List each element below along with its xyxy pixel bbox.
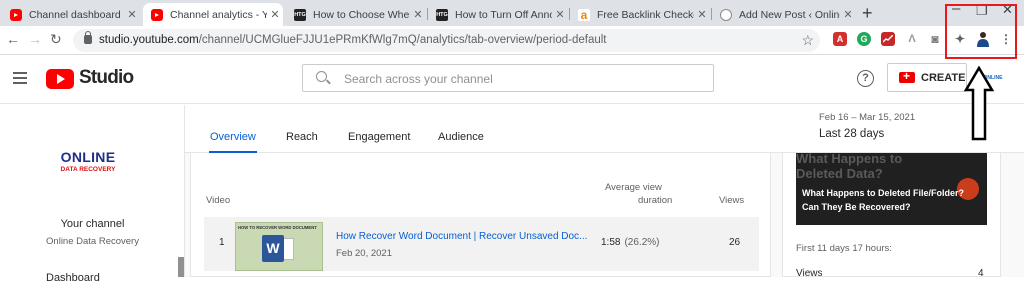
help-icon[interactable]: ? [857, 70, 874, 87]
browser-tab-channel-analytics[interactable]: Channel analytics - You ✕ [143, 3, 283, 26]
search-placeholder: Search across your channel [344, 72, 493, 86]
url-text: studio.youtube.com/channel/UCMGlueFJJU1e… [99, 34, 607, 46]
column-header-video: Video [206, 195, 231, 206]
period-selector[interactable]: Last 28 days [819, 128, 884, 140]
thumbnail-caption: HOW TO RECOVER WORD DOCUMENT [238, 225, 317, 230]
tab-title: Free Backlink Checker b [597, 8, 694, 21]
lock-icon [84, 31, 92, 44]
channel-logo-line1: ONLINE [60, 149, 116, 165]
chart-extension-icon[interactable] [881, 32, 895, 46]
tab-audience[interactable]: Audience [438, 131, 484, 143]
channel-logo[interactable]: ONLINE DATA RECOVERY [55, 149, 121, 173]
pdf-extension-icon[interactable]: A [833, 32, 847, 46]
channel-name: Online Data Recovery [46, 236, 139, 247]
youtube-icon [151, 8, 163, 21]
wordpress-icon [720, 8, 732, 21]
browser-tab-htg-2[interactable]: HTG How to Turn Off Annoy ✕ [428, 3, 568, 26]
youtube-logo-icon[interactable] [46, 69, 74, 89]
table-row[interactable]: 1 HOW TO RECOVER WORD DOCUMENT W How Rec… [204, 217, 759, 271]
tab-title: How to Choose When W [313, 8, 410, 21]
analytics-main: Overview Reach Engagement Audience Feb 1… [185, 105, 1024, 279]
first-hours-label: First 11 days 17 hours: [796, 243, 892, 254]
back-arrow-icon[interactable]: ← [6, 31, 20, 47]
latest-video-card: What Happens to Deleted Data? What Happen… [782, 153, 1001, 279]
forward-arrow-icon[interactable]: → [28, 31, 42, 47]
camera-extension-icon[interactable]: ◙ [928, 32, 942, 46]
close-icon[interactable]: ✕ [267, 8, 283, 21]
new-tab-plus-icon[interactable]: + [862, 3, 873, 24]
create-button[interactable]: CREATE [887, 63, 967, 92]
thumbnail-bg-text: What Happens to Deleted Data? [796, 153, 903, 181]
video-title-link[interactable]: How Recover Word Document | Recover Unsa… [336, 231, 587, 242]
close-icon[interactable]: ✕ [840, 8, 856, 21]
amazon-a-icon: a [578, 8, 590, 22]
tab-title: Add New Post ‹ Online [739, 8, 840, 21]
search-input[interactable]: Search across your channel [302, 64, 714, 92]
date-range[interactable]: Feb 16 – Mar 15, 2021 [819, 112, 915, 123]
highlight-box [945, 4, 1017, 59]
tab-overview[interactable]: Overview [209, 131, 257, 153]
views-value: 4 [978, 268, 984, 279]
channel-logo-line2: DATA RECOVERY [60, 166, 116, 173]
close-icon[interactable]: ✕ [124, 8, 140, 21]
bookmark-star-icon[interactable]: ☆ [801, 32, 814, 49]
browser-tab-backlink[interactable]: a Free Backlink Checker b ✕ [570, 3, 710, 26]
close-icon[interactable]: ✕ [694, 8, 710, 21]
annotation-arrow-icon [964, 66, 994, 141]
your-channel-label: Your channel [60, 218, 125, 230]
browser-tab-add-new-post[interactable]: Add New Post ‹ Online ✕ [712, 3, 856, 26]
sidebar-scrollbar[interactable] [178, 257, 184, 277]
browser-tab-htg-1[interactable]: HTG How to Choose When W ✕ [286, 3, 426, 26]
tab-title: Channel dashboard - Yo [29, 8, 124, 21]
word-icon: W [262, 235, 284, 262]
studio-header: Studio Search across your channel ? CREA… [0, 55, 1024, 104]
search-icon [316, 71, 327, 82]
video-thumbnail[interactable]: HOW TO RECOVER WORD DOCUMENT W [235, 222, 323, 271]
top-videos-card: Video Average view duration Views 1 HOW … [190, 153, 771, 277]
left-sidebar: ONLINE DATA RECOVERY Your channel Online… [0, 105, 185, 284]
views-label: Views [796, 268, 823, 279]
youtube-icon [10, 8, 22, 21]
video-views: 26 [729, 237, 741, 248]
tab-reach[interactable]: Reach [286, 131, 318, 143]
row-rank: 1 [219, 237, 225, 248]
studio-label[interactable]: Studio [79, 67, 134, 89]
hamburger-menu-icon[interactable] [13, 72, 27, 87]
htg-icon: HTG [294, 8, 306, 21]
create-video-icon [899, 69, 915, 83]
create-label: CREATE [921, 72, 966, 84]
column-header-views: Views [719, 195, 745, 206]
htg-icon: HTG [436, 8, 448, 21]
column-header-avd-line2: duration [638, 195, 673, 206]
latest-video-title[interactable]: What Happens to Deleted File/Folder? Can … [802, 186, 964, 214]
column-header-avd-line1: Average view [605, 182, 662, 193]
font-extension-icon[interactable]: Λ [905, 32, 919, 46]
reload-icon[interactable]: ↻ [50, 31, 62, 48]
browser-tab-strip: Channel dashboard - Yo ✕ Channel analyti… [0, 0, 1024, 26]
tab-title: Channel analytics - You [170, 8, 267, 21]
close-icon[interactable]: ✕ [410, 8, 426, 21]
latest-video-thumbnail[interactable]: What Happens to Deleted Data? What Happen… [796, 153, 987, 225]
browser-tab-channel-dashboard[interactable]: Channel dashboard - Yo ✕ [2, 3, 140, 26]
video-date: Feb 20, 2021 [336, 248, 392, 259]
close-icon[interactable]: ✕ [552, 8, 568, 21]
browser-toolbar: ← → ↻ studio.youtube.com/channel/UCMGlue… [0, 26, 1024, 55]
tab-title: How to Turn Off Annoy [455, 8, 552, 21]
grammarly-extension-icon[interactable]: G [857, 32, 871, 46]
tab-engagement[interactable]: Engagement [348, 131, 410, 143]
address-bar[interactable]: studio.youtube.com/channel/UCMGlueFJJU1e… [73, 29, 820, 52]
analytics-tabs-bar: Overview Reach Engagement Audience Feb 1… [185, 105, 1024, 153]
sidebar-item-dashboard[interactable]: Dashboard [46, 272, 100, 284]
avg-view-duration: 1:58 (26.2%) [601, 237, 660, 248]
